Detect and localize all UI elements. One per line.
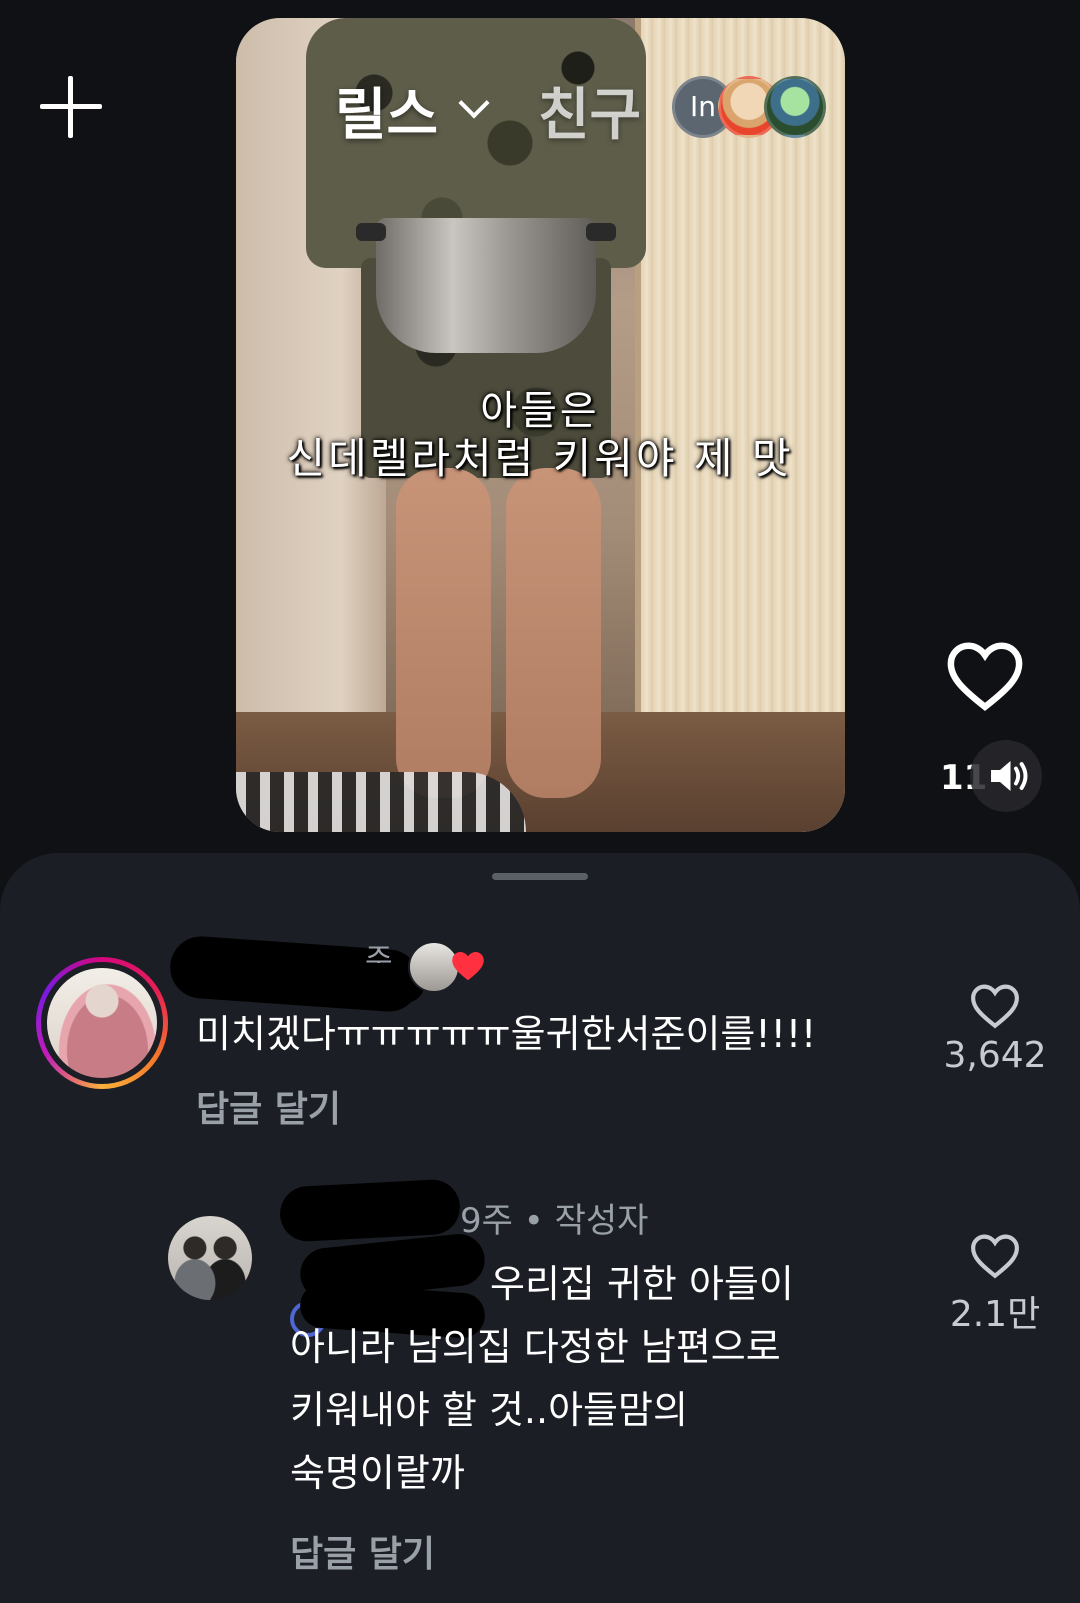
- comment-like-count: 2.1만: [949, 1294, 1041, 1335]
- sound-toggle-button[interactable]: [970, 740, 1042, 812]
- video-person-leg-right: [506, 468, 601, 798]
- avatar: [47, 968, 157, 1078]
- reply-button[interactable]: 답글 달기: [196, 1080, 341, 1132]
- video-pot-handle-right: [586, 223, 616, 241]
- heart-icon[interactable]: [970, 1233, 1020, 1279]
- comment-like[interactable]: 3,642: [930, 983, 1060, 1076]
- creator-heart-icon: [452, 952, 484, 981]
- video-person-leg-left: [396, 468, 491, 798]
- video-pot-handle-left: [356, 223, 386, 241]
- video-caption-line2: 신데렐라처럼 키워야 제 맛: [286, 434, 794, 483]
- sheet-drag-handle[interactable]: [492, 873, 588, 880]
- friend-avatar-cartoon: [764, 76, 826, 138]
- comment-text: 미치겠다ㅠㅠㅠㅠㅠ울귀한서준이를!!!!: [196, 1012, 817, 1056]
- chevron-down-icon[interactable]: [458, 87, 490, 119]
- avatar[interactable]: [168, 1216, 252, 1300]
- redacted-username: [278, 1178, 462, 1243]
- sound-icon: [991, 761, 1028, 791]
- reels-screen: 릴스 친구 In 아들은 신데렐라처럼 키워야 제 맛 11 주 미치겠다ㅠㅠㅠ…: [0, 0, 1080, 1603]
- tab-reels[interactable]: 릴스: [335, 70, 438, 151]
- reel-actions: 11: [930, 640, 1050, 820]
- reply-button[interactable]: 답글 달기: [290, 1525, 435, 1577]
- comment-avatar-story-ring[interactable]: [36, 957, 168, 1089]
- comment-meta: 9주 • 작성자: [460, 1201, 649, 1241]
- reply-text-line1: 우리집 귀한 아들이: [490, 1262, 794, 1306]
- tab-friends[interactable]: 친구: [538, 70, 641, 151]
- heart-icon[interactable]: [970, 983, 1020, 1029]
- video-pot: [376, 218, 596, 353]
- reply-text-line2: 아니라 남의집 다정한 남편으로: [290, 1325, 781, 1369]
- comment-like-count: 3,642: [943, 1035, 1047, 1076]
- reel-tabs: 릴스 친구 In: [0, 70, 1080, 150]
- comments-sheet: 주 미치겠다ㅠㅠㅠㅠㅠ울귀한서준이를!!!! 답글 달기 3,642 9주 • …: [0, 853, 1080, 1603]
- comment-like[interactable]: 2.1만: [930, 1233, 1060, 1337]
- reply-text-line4: 숙명이랄까: [290, 1451, 465, 1495]
- reply-text-line3: 키워내야 할 것..아들맘의: [290, 1388, 688, 1432]
- friend-avatars[interactable]: In: [672, 76, 832, 138]
- heart-icon[interactable]: [946, 640, 1024, 712]
- redacted-username-part: [250, 963, 425, 1003]
- video-rug: [236, 772, 526, 832]
